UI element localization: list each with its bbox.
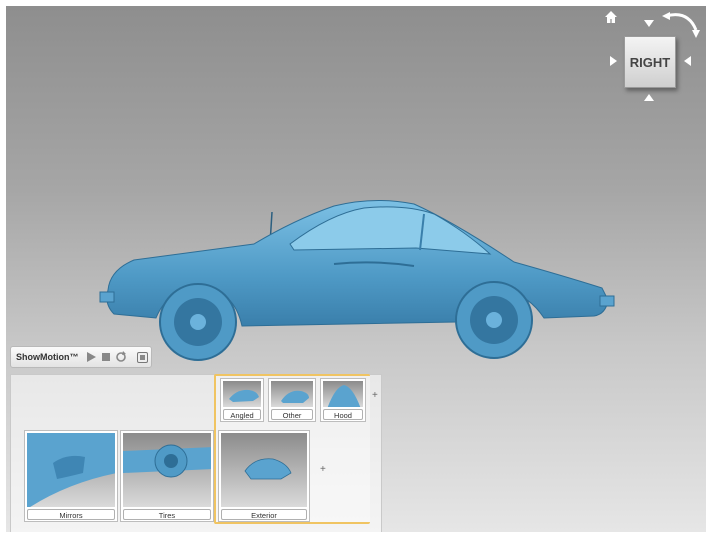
shot-mirrors[interactable]: Mirrors: [24, 430, 118, 522]
arrow-left-icon[interactable]: [610, 56, 617, 66]
add-sub-shot-button[interactable]: +: [372, 390, 378, 401]
shot-label: Tires: [123, 509, 211, 520]
sub-shot-hood[interactable]: Hood: [320, 378, 366, 422]
viewcube-face-right[interactable]: RIGHT: [624, 36, 676, 88]
car-thumbnail-icon: [281, 390, 309, 403]
play-icon[interactable]: [85, 351, 97, 363]
sub-shot-label: Hood: [323, 409, 363, 420]
loop-icon[interactable]: [115, 351, 127, 363]
sub-shot-angled[interactable]: Angled: [220, 378, 264, 422]
car-model[interactable]: [94, 192, 624, 372]
showmotion-toolbar: ShowMotion™: [10, 346, 152, 368]
shot-label: Exterior: [221, 509, 307, 520]
shot-exterior[interactable]: Exterior: [218, 430, 310, 522]
car-thumbnail-icon: [229, 389, 259, 402]
showmotion-title: ShowMotion™: [16, 352, 79, 362]
tire-thumbnail-icon: [123, 444, 211, 478]
close-icon[interactable]: [136, 351, 148, 363]
shot-tires[interactable]: Tires: [120, 430, 214, 522]
stop-icon[interactable]: [100, 351, 112, 363]
sub-shot-other[interactable]: Other: [268, 378, 316, 422]
sub-shot-label: Angled: [223, 409, 261, 420]
add-shot-button[interactable]: +: [320, 464, 326, 475]
viewcube[interactable]: RIGHT: [598, 6, 706, 110]
arrow-down-icon[interactable]: [644, 94, 654, 101]
car-thumbnail-icon: [327, 385, 361, 407]
shot-label: Mirrors: [27, 509, 115, 520]
3d-viewport[interactable]: RIGHT ShowMotion™ Angled Other Hood + Mi…: [6, 6, 706, 532]
home-icon[interactable]: [604, 10, 618, 24]
sub-shot-label: Other: [271, 409, 313, 420]
car-thumbnail-icon: [244, 458, 292, 480]
arrow-right-icon[interactable]: [684, 56, 691, 66]
mirror-thumbnail-icon: [27, 433, 115, 507]
arrow-up-icon[interactable]: [644, 20, 654, 27]
